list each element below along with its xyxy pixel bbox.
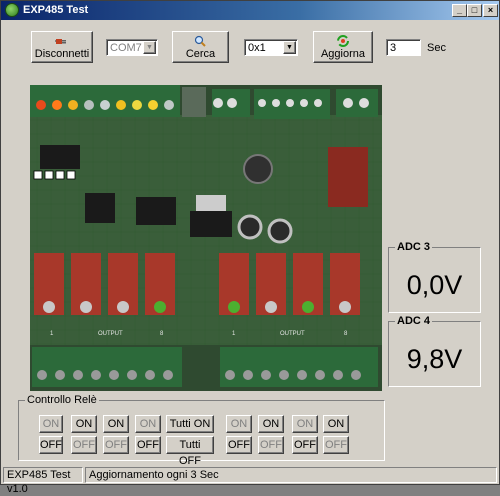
relay-led [339,301,351,313]
port-value: COM7 [110,42,142,54]
pcb-drawing: 1 OUTPUT 8 1 OUTPUT 8 [30,85,382,391]
address-value: 0x1 [248,42,266,54]
minimize-button[interactable]: _ [452,4,467,17]
relay-led [43,301,55,313]
led [36,100,46,110]
off-button[interactable]: OFF [135,436,161,454]
relay-led [117,301,129,313]
search-button[interactable]: Cerca [172,31,229,63]
led [116,100,126,110]
interval-input[interactable]: 3 [386,39,421,56]
led [68,100,78,110]
relay-control-group: Controllo Relè ON ON ON ON Tutti ON ON ON ON ON … [18,394,385,467]
off-button[interactable]: OFF [71,436,97,454]
off-button[interactable]: OFF [39,436,63,454]
close-button[interactable]: × [483,4,498,17]
version-text: EXP485 Test v1.0 [3,467,83,495]
disconnect-button[interactable]: Disconnetti [31,31,93,63]
status-bar: EXP485 Test v1.0 Aggiornamento ogni 3 Se… [1,466,499,495]
board-image: 1 OUTPUT 8 1 OUTPUT 8 [30,85,382,391]
address-select[interactable]: 0x1 ▼ [244,39,298,56]
chevron-down-icon: ▼ [143,41,156,54]
chevron-down-icon: ▼ [283,41,296,54]
led [100,100,110,110]
relay-control-title: Controllo Relè [25,394,99,406]
relay-led [80,301,92,313]
led [132,100,142,110]
adc4-panel: ADC 4 9,8V [388,315,481,387]
on-button[interactable]: ON [103,415,129,433]
adc4-value: 9,8V [406,344,463,374]
output-left-label: OUTPUT [98,331,123,337]
relay-led [228,301,240,313]
maximize-button[interactable]: □ [467,4,482,17]
tutti-off-button[interactable]: Tutti OFF [166,436,214,467]
on-button[interactable]: ON [71,415,97,433]
interval-unit-label: Sec [427,42,446,54]
refresh-label: Aggiorna [320,48,366,60]
off-button[interactable]: OFF [226,436,252,454]
off-button[interactable]: OFF [258,436,284,454]
tutti-on-button[interactable]: Tutti ON [166,415,214,433]
disconnect-label: Disconnetti [34,48,90,60]
relay-led [154,301,166,313]
adc4-label: ADC 4 [395,315,433,327]
led [84,100,94,110]
main-window: EXP485 Test _ □ × Disconnetti COM7 ▼ Cer… [0,0,500,495]
plug-icon [55,39,66,44]
on-button[interactable]: ON [292,415,318,433]
relay-led [265,301,277,313]
on-button[interactable]: ON [323,415,349,433]
adc3-label: ADC 3 [395,241,433,253]
status-leds [36,100,174,110]
title-bar[interactable]: EXP485 Test _ □ × [1,1,499,20]
off-button[interactable]: OFF [292,436,318,454]
refresh-icon [337,35,349,47]
adc3-panel: ADC 3 0,0V [388,241,481,313]
on-button[interactable]: ON [135,415,161,433]
refresh-button[interactable]: Aggiorna [313,31,373,63]
window-title: EXP485 Test [23,4,89,16]
search-label: Cerca [185,48,216,60]
output-right-label: OUTPUT [280,331,305,337]
off-button[interactable]: OFF [323,436,349,454]
adc3-value: 0,0V [406,270,463,300]
on-button[interactable]: ON [39,415,63,433]
led [52,100,62,110]
on-button[interactable]: ON [226,415,252,433]
app-icon [5,3,19,17]
off-button[interactable]: OFF [103,436,129,454]
search-icon [194,35,206,47]
port-select[interactable]: COM7 ▼ [106,39,158,56]
led [164,100,174,110]
update-text: Aggiornamento ogni 3 Sec [85,467,497,483]
led [148,100,158,110]
interval-value: 3 [390,42,397,54]
relay-led [302,301,314,313]
on-button[interactable]: ON [258,415,284,433]
